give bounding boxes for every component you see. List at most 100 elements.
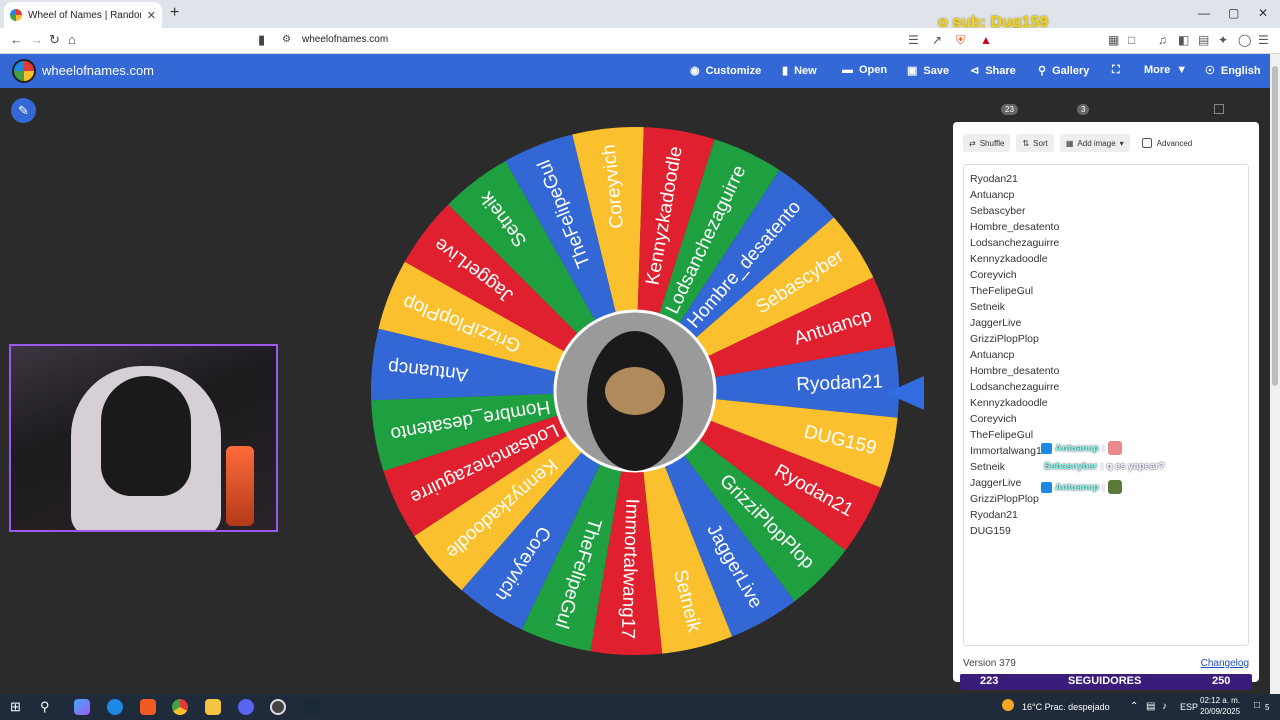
- bookmark-icon[interactable]: ▮: [258, 32, 265, 48]
- share-button[interactable]: ⊲ Share: [970, 64, 1016, 78]
- entry-line[interactable]: Ryodan21: [970, 507, 1242, 523]
- entries-count-badge[interactable]: 23: [1001, 104, 1018, 115]
- scrollbar-thumb[interactable]: [1272, 66, 1278, 386]
- weather-text[interactable]: 16°C Prac. despejado: [1022, 702, 1110, 712]
- rewards-icon[interactable]: ▲: [980, 33, 992, 47]
- entry-line[interactable]: TheFelipeGul: [970, 283, 1242, 299]
- entry-line[interactable]: GrizziPlopPlop: [970, 331, 1242, 347]
- add-image-button[interactable]: ▦ Add image ▾: [1059, 134, 1130, 152]
- entry-line[interactable]: Lodsanchezaguirre: [970, 379, 1242, 395]
- entry-line[interactable]: Hombre_desatento: [970, 363, 1242, 379]
- new-tab-button[interactable]: +: [170, 4, 179, 22]
- entry-line[interactable]: Antuancp: [970, 187, 1242, 203]
- tray-chevron-icon[interactable]: ⌃: [1130, 701, 1138, 712]
- entry-line[interactable]: Lodsanchezaguirre: [970, 235, 1242, 251]
- browser-tab[interactable]: Wheel of Names | Random name ✕: [4, 2, 162, 28]
- entries-toolbar: ⇄ Shuffle ⇅ Sort ▦ Add image ▾ Advanced: [963, 134, 1192, 152]
- image-icon: ▦: [1065, 138, 1074, 148]
- discord-icon[interactable]: [238, 699, 254, 715]
- entry-line[interactable]: Ryodan21: [970, 171, 1242, 187]
- page-scrollbar[interactable]: [1270, 54, 1280, 694]
- language-button[interactable]: ☉ English: [1205, 64, 1261, 78]
- checkbox-box[interactable]: [1141, 138, 1152, 148]
- clock-time[interactable]: 02:12 a. m.: [1200, 696, 1240, 705]
- entry-line[interactable]: Antuancp: [970, 347, 1242, 363]
- open-button[interactable]: ▬ Open: [842, 64, 887, 76]
- close-tab-icon[interactable]: ✕: [147, 9, 156, 22]
- extensions-icon[interactable]: ▦: [1108, 33, 1119, 47]
- sort-icon: ⇅: [1022, 138, 1030, 148]
- shuffle-button[interactable]: ⇄ Shuffle: [963, 134, 1011, 152]
- notification-icon[interactable]: □: [1254, 700, 1260, 711]
- share-page-icon[interactable]: ↗: [932, 33, 942, 47]
- maximize-button[interactable]: ▢: [1228, 6, 1239, 20]
- shuffle-icon: ⇄: [969, 138, 976, 148]
- fullscreen-button[interactable]: ⛶: [1112, 64, 1120, 77]
- gallery-button[interactable]: ⚲ Gallery: [1038, 64, 1089, 78]
- browser-menu-icon[interactable]: ☰: [1258, 33, 1269, 47]
- brave-shield-icon[interactable]: ⛨: [956, 33, 965, 48]
- vpn-icon[interactable]: ◯: [1238, 33, 1251, 47]
- clock-date[interactable]: 20/09/2025: [1200, 707, 1240, 716]
- obs-icon[interactable]: [270, 699, 286, 715]
- close-window-button[interactable]: ✕: [1258, 6, 1268, 20]
- site-settings-icon[interactable]: ⚙: [282, 34, 291, 45]
- url-input[interactable]: wheelofnames.com: [302, 34, 388, 45]
- search-icon[interactable]: ⚲: [40, 699, 50, 715]
- network-icon[interactable]: ▤: [1146, 701, 1155, 712]
- entry-line[interactable]: Coreyvich: [970, 267, 1242, 283]
- volume-icon[interactable]: ♪: [1162, 701, 1167, 712]
- entry-line[interactable]: JaggerLive: [970, 315, 1242, 331]
- back-icon[interactable]: ←: [10, 32, 23, 47]
- reload-icon[interactable]: ↻: [49, 32, 60, 48]
- forward-icon[interactable]: →: [30, 32, 43, 47]
- entry-line[interactable]: DUG159: [970, 523, 1242, 539]
- version-label: Version 379: [963, 658, 1016, 669]
- steam-icon[interactable]: [303, 699, 319, 715]
- entries-textarea[interactable]: Ryodan21 Antuancp Sebascyber Hombre_desaten…: [963, 164, 1249, 646]
- entry-line[interactable]: Kennyzkadoodle: [970, 251, 1242, 267]
- copilot-icon[interactable]: [74, 699, 90, 715]
- customize-button[interactable]: ◉ Customize: [690, 64, 761, 78]
- file-explorer-icon[interactable]: [205, 699, 221, 715]
- entry-line[interactable]: Sebascyber: [970, 203, 1242, 219]
- entry-line[interactable]: Hombre_desatento: [970, 219, 1242, 235]
- wheel-svg[interactable]: Ryodan21DUG159Ryodan21GrizziPlopPlopJagg…: [368, 124, 902, 658]
- site-logo-icon[interactable]: [12, 59, 36, 83]
- chat-message: Sebascyber: q es yapear?: [1044, 461, 1165, 472]
- minimize-button[interactable]: —: [1198, 6, 1210, 20]
- brave-icon[interactable]: [140, 699, 156, 715]
- results-count-badge[interactable]: 3: [1077, 104, 1090, 115]
- hide-panel-checkbox[interactable]: [1214, 104, 1224, 114]
- home-icon[interactable]: ⌂: [68, 32, 76, 47]
- chrome-icon[interactable]: [172, 699, 188, 715]
- entry-line[interactable]: Setneik: [970, 299, 1242, 315]
- site-header: wheelofnames.com ◉ Customize ▮ New ▬ Open ▣…: [0, 54, 1270, 88]
- chevron-down-icon: ▼: [1176, 64, 1188, 76]
- site-name[interactable]: wheelofnames.com: [42, 63, 154, 78]
- media-icon[interactable]: ♫: [1158, 33, 1167, 47]
- leo-ai-icon[interactable]: ✦: [1218, 33, 1228, 47]
- translate-icon[interactable]: ☰: [908, 33, 919, 47]
- notification-count[interactable]: 5: [1265, 703, 1269, 712]
- save-button[interactable]: ▣ Save: [907, 64, 949, 78]
- windows-start-icon[interactable]: ⊞: [10, 699, 21, 715]
- edge-icon[interactable]: [107, 699, 123, 715]
- changelog-link[interactable]: Changelog: [1201, 658, 1249, 669]
- entry-line[interactable]: Kennyzkadoodle: [970, 395, 1242, 411]
- sort-button[interactable]: ⇅ Sort: [1016, 134, 1054, 152]
- language-indicator[interactable]: ESP: [1180, 702, 1198, 712]
- more-menu-button[interactable]: More ▼: [1144, 64, 1187, 76]
- browser-tab-bar: Wheel of Names | Random name ✕ + — ▢ ✕: [0, 0, 1280, 28]
- weather-icon[interactable]: [1002, 699, 1014, 711]
- webcam-overlay: [9, 344, 278, 532]
- wallet-icon[interactable]: ▤: [1198, 33, 1209, 47]
- advanced-checkbox[interactable]: Advanced: [1141, 138, 1192, 148]
- new-button[interactable]: ▮ New: [782, 64, 817, 78]
- search-icon: ⚲: [1038, 65, 1047, 77]
- entry-line[interactable]: Coreyvich: [970, 411, 1242, 427]
- screenshot-icon[interactable]: □: [1128, 33, 1135, 47]
- name-wheel[interactable]: Ryodan21 DUG159 Ryodan21 GrizziPlopPlop Jagg…: [368, 124, 902, 658]
- edit-pencil-icon[interactable]: ✎: [11, 98, 36, 123]
- sidebar-icon[interactable]: ◧: [1178, 33, 1189, 47]
